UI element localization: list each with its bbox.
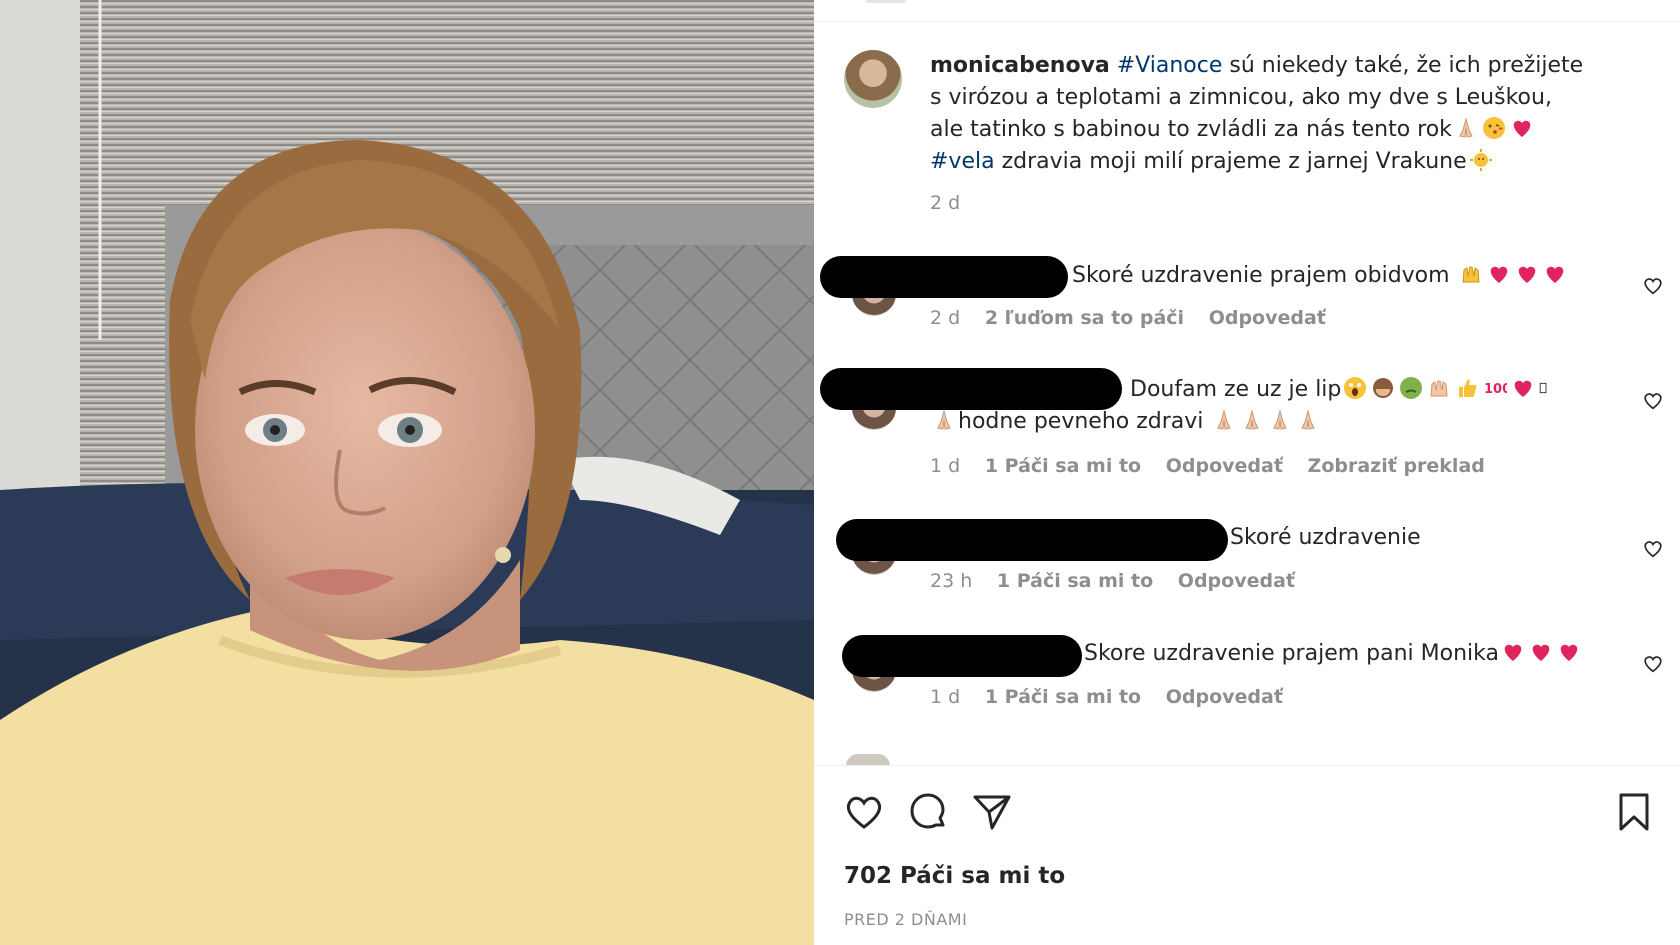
folded-hands-emoji-icon [937,409,951,430]
comment-time: 23 h [930,570,973,592]
comment-text-3: Skoré uzdravenie [1230,525,1421,550]
hundred-points-emoji-icon: 100 [1484,382,1507,397]
reply-button[interactable]: Odpovedať [1209,307,1326,329]
comment-text-2b: hodne pevneho zdravi [958,409,1204,434]
comment-meta: 1 d 1 Páči sa mi to Odpovedať [930,686,1301,708]
redacted-username [836,519,1228,561]
kissing-face-emoji-icon [1482,117,1505,139]
redacted-username [820,368,1122,410]
bookmark-icon[interactable] [1612,790,1656,834]
comment-meta: 2 d 2 ľuďom sa to páči Odpovedať [930,307,1344,329]
unknown-glyph-icon [1540,382,1547,394]
like-comment-heart-icon[interactable] [1642,653,1664,675]
like-comment-heart-icon[interactable] [1642,390,1664,412]
comment-time: 1 d [930,455,961,477]
thumbs-up-emoji-icon [1459,379,1477,397]
folded-hands-emoji-icon [1301,409,1316,430]
comment-text-2: Doufam ze uz je lip [1130,377,1342,402]
post-timestamp: PRED 2 DŇAMI [844,910,968,929]
reply-button[interactable]: Odpovedať [1178,570,1295,592]
see-no-evil-monkey-emoji-icon [1373,378,1394,398]
red-heart-emoji-icon [1515,380,1532,397]
reply-button[interactable]: Odpovedať [1166,455,1283,477]
red-heart-emoji-icon [1513,120,1531,137]
folded-hands-emoji-icon [1273,409,1288,430]
comment-likes[interactable]: 2 ľuďom sa to páči [985,307,1184,329]
red-heart-emoji-icon [1504,644,1522,661]
hashtag-vianoce[interactable]: #Vianoce [1117,53,1223,78]
divider [814,21,1680,22]
redacted-username [820,256,1068,298]
author-avatar[interactable] [844,50,902,108]
post-photo [0,0,814,945]
divider [814,765,1680,766]
comment-likes[interactable]: 1 Páči sa mi to [985,686,1141,708]
folded-hands-emoji-icon [1245,409,1260,430]
raising-hands-emoji-icon [1462,266,1480,283]
comment-text-line2: hodne pevneho zdravi [930,406,1322,438]
comment-text: Skore uzdravenie prajem pani Monika [1084,638,1583,670]
comment-time: 1 d [930,686,961,708]
red-heart-emoji-icon [1560,644,1578,661]
paper-plane-icon[interactable] [970,790,1014,834]
selfie-image [0,0,814,945]
red-heart-emoji-icon [1546,266,1563,283]
comment-text: Skoré uzdravenie [1230,522,1421,554]
post-panel: monicabenova #Vianoce sú niekedy také, ž… [814,0,1680,945]
heart-icon[interactable] [842,790,886,834]
red-heart-emoji-icon [1490,266,1507,283]
comment-text: Doufam ze uz je lip 100 [1130,374,1555,406]
comment-bubble-icon[interactable] [906,790,950,834]
folded-hands-emoji-icon [1459,117,1473,138]
like-comment-heart-icon[interactable] [1642,538,1664,560]
comment-likes[interactable]: 1 Páči sa mi to [997,570,1153,592]
author-username[interactable]: monicabenova [930,53,1110,78]
likes-count[interactable]: 702 Páči sa mi to [844,863,1065,889]
comment-text-1: Skoré uzdravenie prajem obidvom [1072,263,1450,288]
folded-hands-emoji-icon [1217,409,1232,430]
reply-button[interactable]: Odpovedať [1166,686,1283,708]
sun-face-emoji-icon [1469,149,1492,171]
comment-meta: 1 d 1 Páči sa mi to Odpovedať Zobraziť p… [930,455,1503,477]
redacted-username [842,635,1082,677]
like-comment-heart-icon[interactable] [1642,275,1664,297]
red-heart-emoji-icon [1518,266,1535,283]
see-translation-button[interactable]: Zobraziť preklad [1308,455,1485,477]
nauseated-face-emoji-icon [1400,377,1423,399]
comment-likes[interactable]: 1 Páči sa mi to [985,455,1141,477]
comment-text-4: Skore uzdravenie prajem pani Monika [1084,641,1499,666]
caption-text-2: zdravia moji milí prajeme z jarnej Vraku… [1001,149,1467,174]
screaming-face-emoji-icon [1344,377,1367,399]
svg-text:100: 100 [1484,382,1507,397]
comment-meta: 23 h 1 Páči sa mi to Odpovedať [930,570,1313,592]
raising-hands-emoji-icon [1430,380,1448,397]
caption-time: 2 d [930,192,961,214]
top-stub [866,0,906,3]
comment-text: Skoré uzdravenie prajem obidvom [1072,260,1569,292]
hashtag-vela[interactable]: #vela [930,149,995,174]
comment-time: 2 d [930,307,961,329]
red-heart-emoji-icon [1532,644,1550,661]
post-caption: monicabenova #Vianoce sú niekedy také, ž… [930,50,1590,178]
